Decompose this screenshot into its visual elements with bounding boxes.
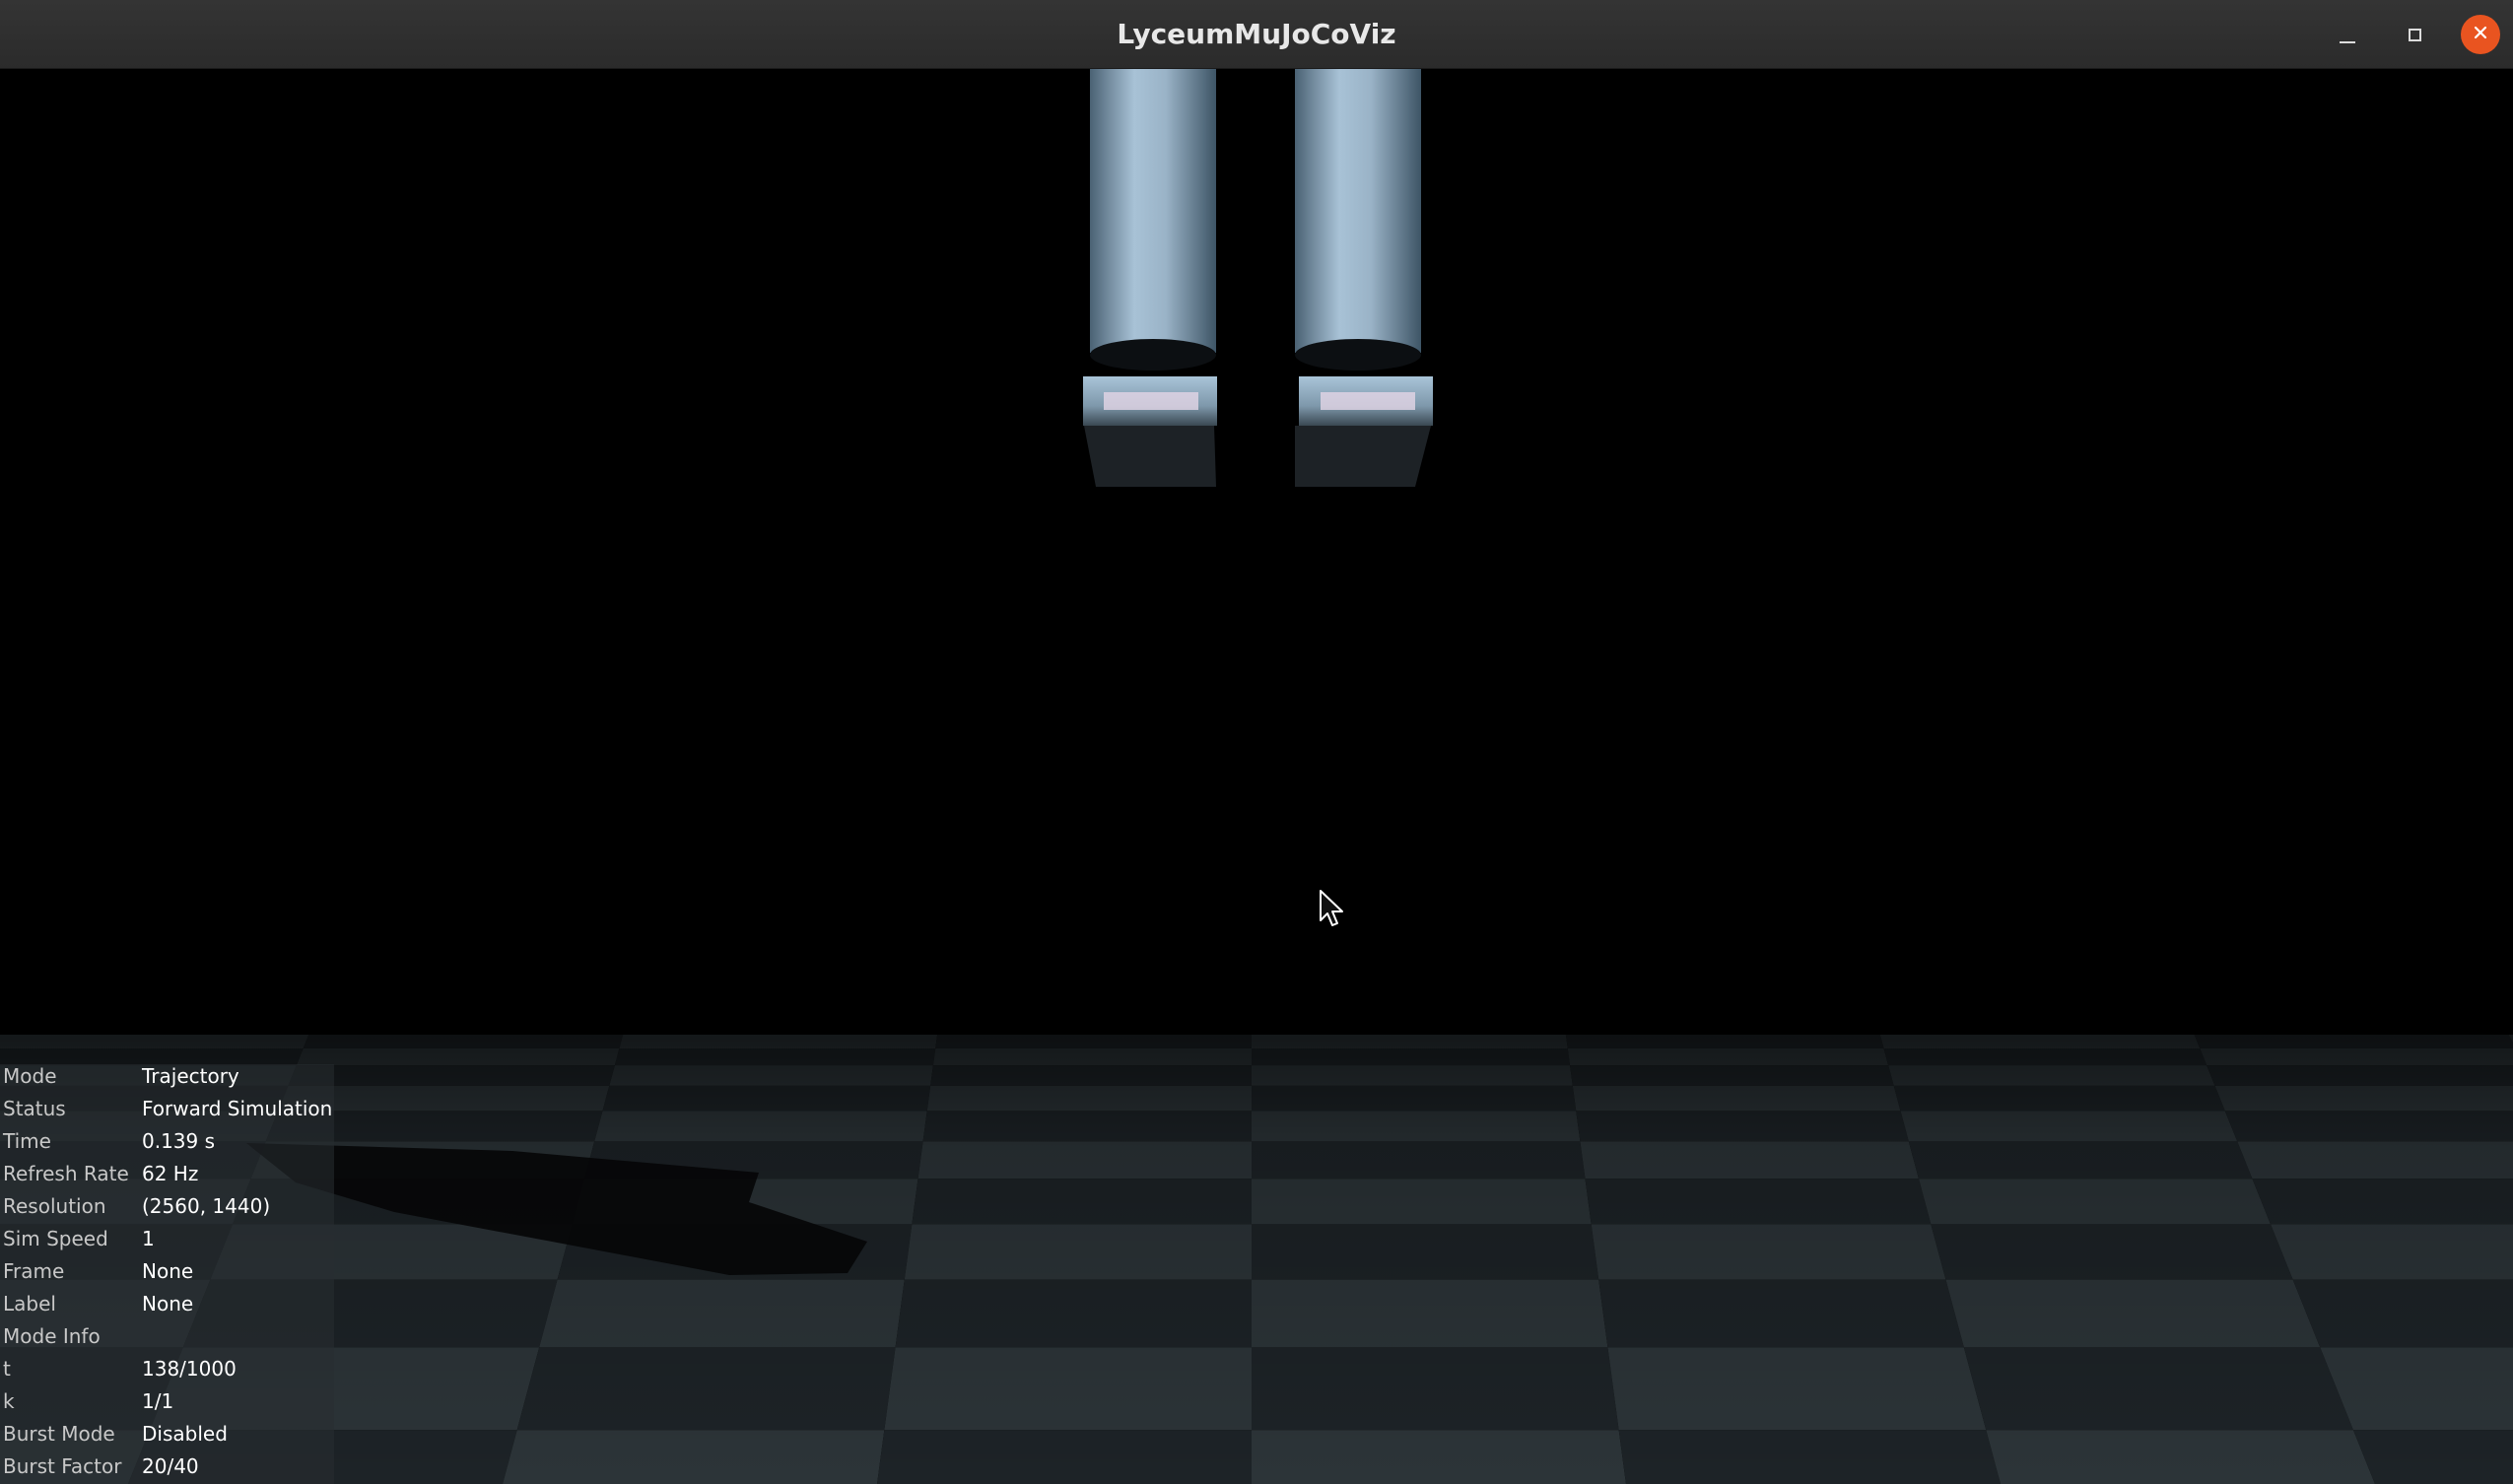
simulation-viewport[interactable]: Mode Trajectory Status Forward Simulation Ti… [0,69,2513,1484]
info-key: t [3,1357,11,1381]
info-key: Burst Factor [3,1454,122,1478]
info-key: k [3,1389,15,1413]
robot-finger-left [1083,69,1217,487]
info-key: Burst Mode [3,1422,115,1446]
info-row: k 1/1 [0,1389,334,1422]
info-value: None [142,1292,194,1315]
close-button[interactable] [2461,15,2500,54]
info-value: None [142,1259,194,1283]
floor-fade [0,1035,2513,1484]
info-key: Mode [3,1064,57,1088]
info-key: Sim Speed [3,1227,108,1250]
window-title: LyceumMuJoCoViz [1117,18,1396,50]
info-value: 1/1 [142,1389,174,1413]
info-key: Mode Info [3,1324,101,1348]
info-row: t 138/1000 [0,1357,334,1389]
info-row: Resolution (2560, 1440) [0,1194,334,1227]
info-value: Disabled [142,1422,228,1446]
robot-finger-right [1295,69,1433,487]
info-row: Refresh Rate 62 Hz [0,1162,334,1194]
maximize-icon [2408,28,2421,41]
info-key: Label [3,1292,56,1315]
info-value: 62 Hz [142,1162,199,1185]
info-value: 20/40 [142,1454,199,1478]
info-key: Frame [3,1259,65,1283]
info-value: Forward Simulation [142,1097,333,1120]
info-row: Mode Info [0,1324,334,1357]
scene-canvas [0,69,2513,1484]
info-row: Status Forward Simulation [0,1097,334,1129]
info-value: Trajectory [142,1064,239,1088]
app-window: LyceumMuJoCoViz Mode Trajectory Status F… [0,0,2513,1484]
info-key: Refresh Rate [3,1162,129,1185]
info-value: 1 [142,1227,155,1250]
minimize-button[interactable] [2328,15,2367,54]
info-overlay-panel: Mode Trajectory Status Forward Simulation Ti… [0,1064,334,1484]
minimize-icon [2340,26,2355,43]
info-row: Frame None [0,1259,334,1292]
info-row: Time 0.139 s [0,1129,334,1162]
maximize-button[interactable] [2395,15,2434,54]
mouse-pointer-icon [1320,890,1343,926]
info-key: Status [3,1097,66,1120]
info-row: Label None [0,1292,334,1324]
info-value: (2560, 1440) [142,1194,271,1218]
close-icon [2473,25,2488,44]
title-bar[interactable]: LyceumMuJoCoViz [0,0,2513,69]
info-key: Time [3,1129,51,1153]
info-row: Burst Factor 20/40 [0,1454,334,1484]
info-row: Burst Mode Disabled [0,1422,334,1454]
info-key: Resolution [3,1194,106,1218]
info-value: 0.139 s [142,1129,216,1153]
info-row: Sim Speed 1 [0,1227,334,1259]
info-row: Mode Trajectory [0,1064,334,1097]
info-value: 138/1000 [142,1357,237,1381]
